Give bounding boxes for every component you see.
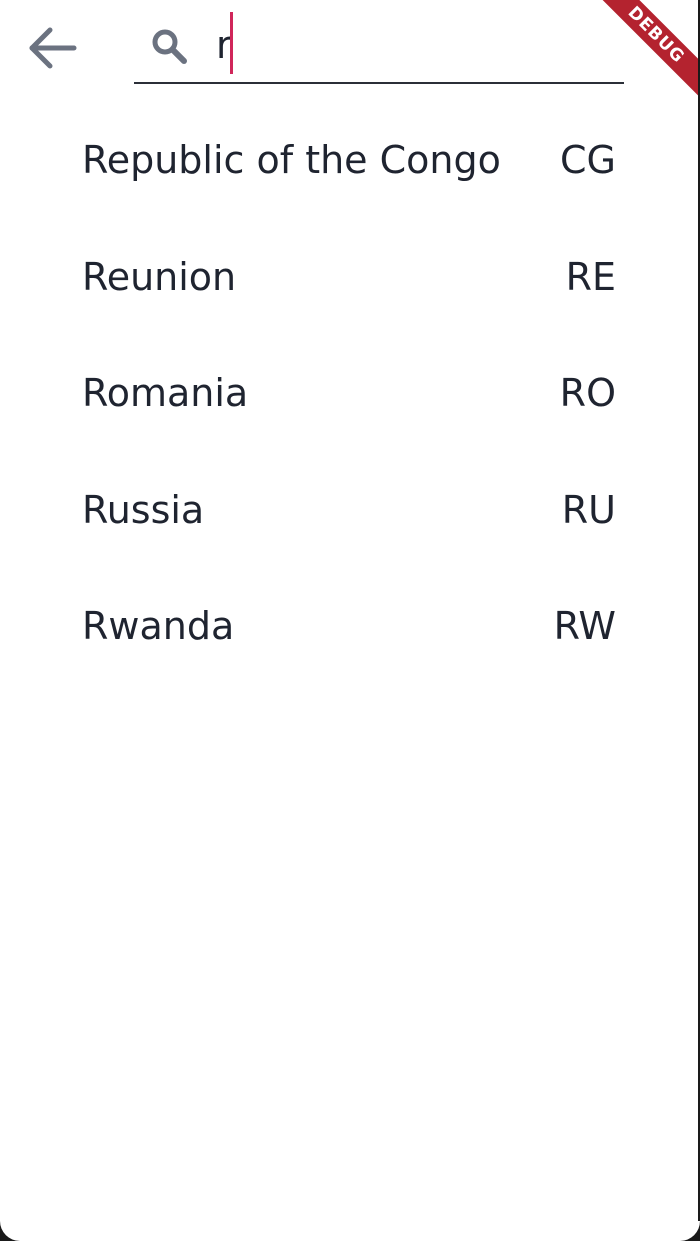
arrow-back-icon bbox=[29, 27, 77, 69]
list-item[interactable]: Russia RU bbox=[0, 452, 700, 569]
debug-banner-label: DEBUG bbox=[590, 0, 700, 108]
back-button[interactable] bbox=[20, 18, 84, 82]
country-code: RW bbox=[553, 604, 616, 648]
country-code: RO bbox=[559, 371, 616, 415]
country-name: Republic of the Congo bbox=[82, 138, 501, 182]
country-name: Reunion bbox=[82, 254, 237, 299]
country-code: RE bbox=[565, 254, 616, 299]
window-corner bbox=[0, 1221, 20, 1241]
country-name: Romania bbox=[82, 371, 249, 415]
search-icon bbox=[152, 29, 187, 64]
country-code: RU bbox=[561, 487, 616, 532]
text-caret bbox=[230, 12, 233, 74]
list-item[interactable]: Republic of the Congo CG bbox=[0, 102, 700, 219]
search-bar[interactable]: r bbox=[134, 0, 624, 84]
country-picker-screen: r DEBUG Republic of the Congo CG Reunion… bbox=[0, 0, 700, 1241]
country-name: Rwanda bbox=[82, 604, 235, 648]
country-code: CG bbox=[560, 138, 616, 182]
list-item[interactable]: Romania RO bbox=[0, 335, 700, 452]
list-item[interactable]: Rwanda RW bbox=[0, 568, 700, 685]
window-corner bbox=[680, 1221, 700, 1241]
country-list: Republic of the Congo CG Reunion RE Roma… bbox=[0, 102, 700, 685]
country-name: Russia bbox=[82, 487, 205, 532]
debug-banner: DEBUG bbox=[590, 0, 700, 110]
list-item[interactable]: Reunion RE bbox=[0, 219, 700, 336]
